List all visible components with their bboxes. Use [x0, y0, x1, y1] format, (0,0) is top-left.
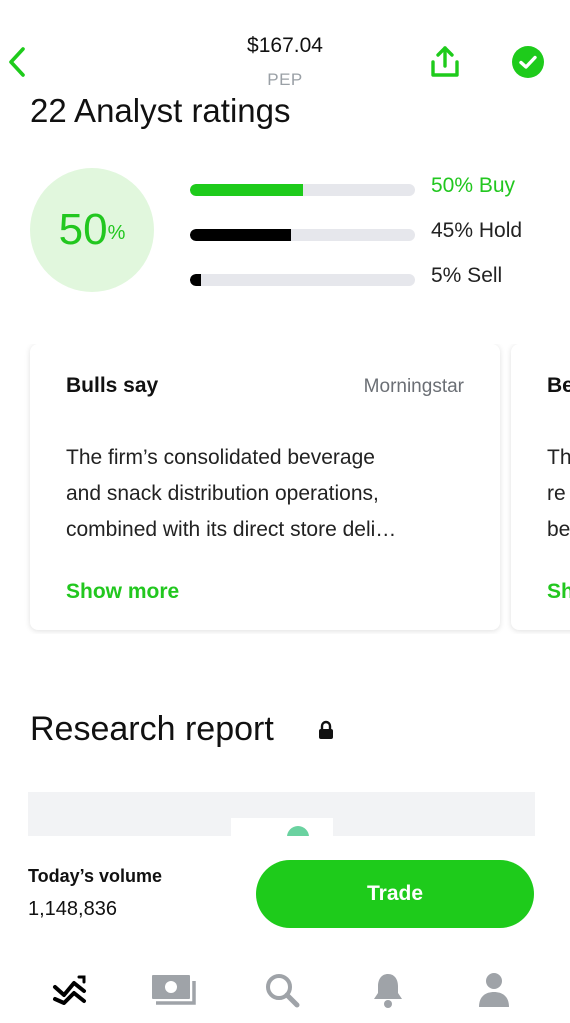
rating-label-hold: 45% Hold — [431, 219, 523, 242]
tab-search[interactable] — [258, 966, 306, 1014]
rating-bar-fill-sell — [190, 274, 202, 286]
lock-icon — [319, 720, 333, 739]
card-title: Bulls say — [66, 374, 159, 397]
report-logo-mark — [287, 826, 309, 836]
rating-bar-fill-hold — [190, 229, 292, 241]
money-icon — [152, 975, 196, 1005]
chart-icon — [53, 975, 86, 1005]
rating-bar-fill-buy — [190, 184, 303, 196]
card-title: Be — [547, 374, 570, 397]
bell-icon — [374, 974, 402, 1008]
research-report-title: Research report — [30, 710, 274, 748]
share-button[interactable] — [428, 44, 462, 80]
ticker-symbol: PEP — [267, 70, 303, 89]
percent-symbol: % — [107, 221, 126, 244]
bulls-say-card[interactable]: Bulls say Morningstar The firm’s consoli… — [30, 344, 500, 630]
volume-value: 1,148,836 — [28, 898, 117, 920]
research-report-preview[interactable] — [28, 792, 535, 836]
show-more-link[interactable]: Show more — [66, 580, 179, 604]
trade-button[interactable]: Trade — [256, 860, 534, 928]
card-body: The firm’s consolidated beverage and sna… — [66, 440, 476, 548]
bottom-tab-bar — [0, 956, 570, 1023]
check-circle-icon — [512, 46, 544, 78]
rating-bar-track — [190, 229, 415, 241]
rating-row-sell: 5% Sell — [190, 264, 535, 296]
tab-account[interactable] — [470, 966, 518, 1014]
card-body-line: Th — [547, 446, 570, 469]
buy-percent-circle: 50% — [30, 168, 154, 292]
report-thumbnail — [231, 818, 333, 836]
watchlist-check-button[interactable] — [512, 46, 544, 78]
bears-say-card[interactable]: Be Th re be Sh — [511, 344, 570, 630]
trade-bar: Today’s volume 1,148,836 Trade — [0, 836, 570, 956]
card-body-line: The firm’s consolidated beverage — [66, 446, 375, 469]
tab-browse[interactable] — [152, 966, 200, 1014]
card-body: Th re be — [547, 440, 570, 548]
analyst-cards-carousel[interactable]: Bulls say Morningstar The firm’s consoli… — [0, 344, 570, 634]
rating-label-sell: 5% Sell — [431, 264, 503, 287]
buy-percent-value: 50 — [58, 205, 108, 254]
card-body-line: combined with its direct store deli… — [66, 518, 397, 541]
tab-notifications[interactable] — [364, 966, 412, 1014]
card-source: Morningstar — [363, 376, 464, 397]
card-body-line: and snack distribution operations, — [66, 482, 379, 505]
analyst-ratings-title: 22 Analyst ratings — [30, 92, 291, 129]
show-more-link[interactable]: Sh — [547, 580, 570, 604]
stock-price: $167.04 — [247, 34, 323, 57]
search-icon — [266, 974, 300, 1008]
rating-label-buy: 50% Buy — [431, 174, 516, 197]
share-icon — [431, 46, 459, 77]
card-body-line: be — [547, 518, 570, 541]
rating-bar-track — [190, 274, 415, 286]
rating-row-hold: 45% Hold — [190, 219, 535, 251]
app-header: $167.04 PEP — [0, 0, 570, 100]
rating-bar-track — [190, 184, 415, 196]
volume-label: Today’s volume — [28, 866, 163, 886]
rating-row-buy: 50% Buy — [190, 174, 535, 206]
card-body-line: re — [547, 482, 566, 505]
tab-investing[interactable] — [46, 966, 94, 1014]
person-icon — [479, 973, 509, 1007]
